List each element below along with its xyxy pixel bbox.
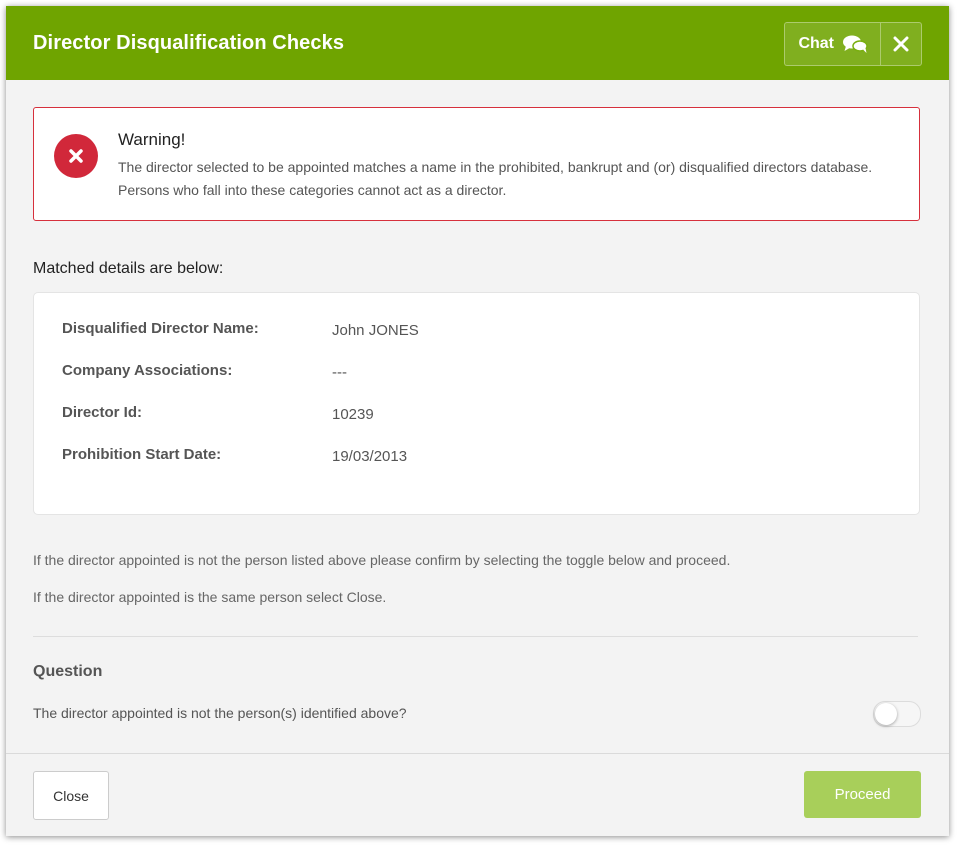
question-heading: Question	[33, 663, 103, 680]
close-icon[interactable]	[881, 23, 921, 65]
warning-message: The director selected to be appointed ma…	[118, 159, 873, 198]
chat-bubbles-icon	[842, 34, 868, 54]
toggle-knob	[875, 703, 897, 725]
modal-title: Director Disqualification Checks	[33, 32, 345, 54]
modal-footer: Close Proceed	[6, 753, 949, 836]
detail-row-name: Disqualified Director Name: John JONES	[62, 320, 882, 344]
matched-details-card: Disqualified Director Name: John JONES C…	[33, 292, 920, 515]
modal-header: Director Disqualification Checks Chat	[6, 6, 949, 80]
detail-value: ---	[332, 364, 347, 381]
detail-label: Director Id:	[62, 404, 143, 421]
divider	[33, 636, 918, 637]
matched-details-heading: Matched details are below:	[33, 260, 224, 277]
detail-label: Disqualified Director Name:	[62, 320, 259, 337]
detail-value: 19/03/2013	[332, 448, 408, 465]
confirm-toggle[interactable]	[873, 701, 921, 727]
chat-button[interactable]: Chat	[785, 23, 881, 65]
detail-row-director-id: Director Id: 10239	[62, 404, 882, 428]
question-text: The director appointed is not the person…	[33, 705, 407, 721]
chat-button-label: Chat	[798, 35, 834, 52]
disqualification-modal: Director Disqualification Checks Chat Wa…	[6, 6, 949, 836]
detail-label: Company Associations:	[62, 362, 233, 379]
warning-title: Warning!	[118, 130, 186, 149]
detail-row-associations: Company Associations: ---	[62, 362, 882, 386]
close-button[interactable]: Close	[33, 771, 109, 820]
info-text-same-person: If the director appointed is the same pe…	[33, 589, 387, 605]
info-text-not-same-person: If the director appointed is not the per…	[33, 552, 731, 568]
header-actions: Chat	[784, 22, 922, 66]
detail-label: Prohibition Start Date:	[62, 446, 222, 463]
detail-value: John JONES	[332, 322, 419, 339]
error-x-icon	[54, 134, 98, 178]
detail-row-start-date: Prohibition Start Date: 19/03/2013	[62, 446, 882, 470]
proceed-button[interactable]: Proceed	[804, 771, 921, 818]
warning-alert: Warning! The director selected to be app…	[33, 107, 920, 221]
detail-value: 10239	[332, 406, 374, 423]
